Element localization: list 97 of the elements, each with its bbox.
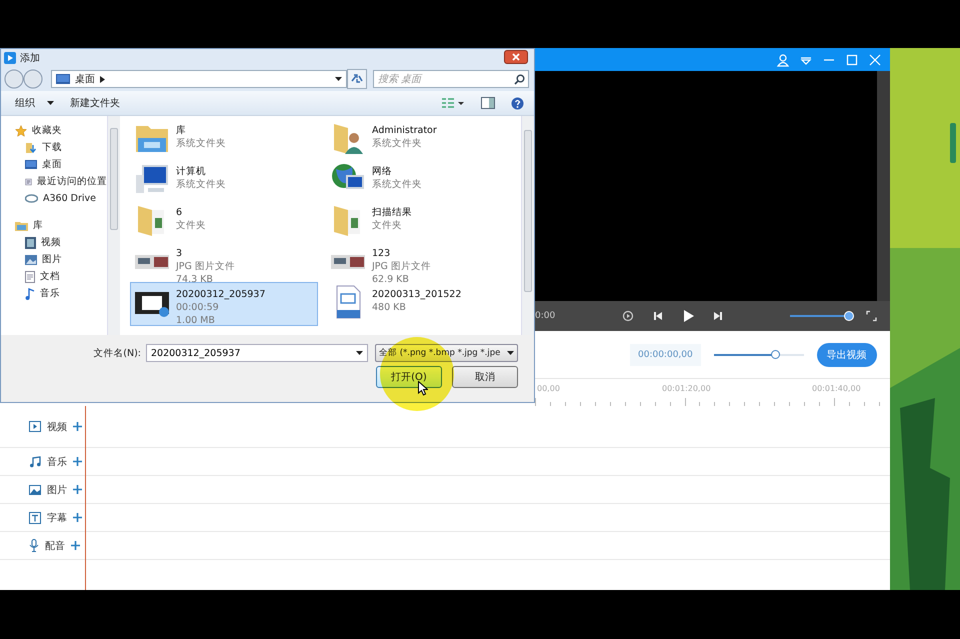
cancel-button[interactable]: 取消 — [452, 366, 518, 388]
file-detail: 系统文件夹 — [372, 137, 423, 150]
add-icon[interactable] — [73, 513, 82, 522]
file-detail: 系统文件夹 — [176, 178, 226, 191]
file-name: 网络 — [372, 165, 393, 178]
track-label: 字幕 — [47, 512, 67, 524]
address-bar[interactable]: 桌面 — [51, 70, 347, 88]
file-item[interactable]: 计算机 系统文件夹 — [130, 159, 318, 200]
file-detail: 文件夹 — [176, 219, 206, 232]
file-item[interactable]: 网络 系统文件夹 — [326, 159, 514, 200]
view-options-icon[interactable] — [441, 97, 465, 109]
playback-time: 0:00 — [535, 311, 556, 321]
file-name: 123 — [372, 247, 392, 260]
nav-item[interactable]: 最近访问的位置 — [15, 173, 107, 190]
filename-field[interactable]: 20200312_205937 — [146, 344, 368, 362]
ruler-label: 00:01:40,00 — [812, 384, 861, 393]
track-label: 图片 — [47, 484, 67, 496]
nav-item[interactable]: 桌面 — [15, 156, 107, 173]
nav-item[interactable]: 图片 — [15, 251, 107, 268]
file-name: Administrator — [372, 124, 437, 137]
file-item[interactable]: 20200312_205937 00:00:59 1.00 MB — [130, 282, 318, 326]
play-icon[interactable] — [681, 309, 695, 323]
nav-group[interactable]: 收藏夹 — [15, 122, 107, 139]
file-name: 6 — [176, 206, 184, 219]
desktop-icon — [25, 160, 37, 170]
search-icon — [514, 74, 525, 85]
music-note-icon — [25, 288, 35, 300]
file-detail: 系统文件夹 — [372, 178, 422, 191]
previous-icon[interactable] — [652, 310, 664, 322]
add-icon[interactable] — [73, 485, 82, 494]
nav-item[interactable]: A360 Drive — [15, 190, 107, 207]
help-icon[interactable] — [511, 96, 524, 110]
filename-label: 文件名(N): — [93, 346, 141, 360]
text-track-icon — [29, 512, 41, 524]
app-icon — [4, 52, 16, 64]
file-name: 库 — [176, 124, 187, 137]
fullscreen-icon[interactable] — [866, 310, 877, 322]
search-field[interactable]: 搜索 桌面 — [373, 70, 529, 88]
nav-group[interactable]: 库 — [15, 217, 107, 234]
maximize-icon[interactable] — [845, 52, 859, 66]
file-name: 计算机 — [176, 165, 207, 178]
file-name: 20200312_205937 — [176, 288, 266, 301]
replay-icon[interactable] — [622, 310, 634, 322]
image-track-icon — [29, 484, 41, 494]
preview-pane-icon[interactable] — [481, 97, 495, 109]
file-detail: 00:00:59 — [176, 301, 220, 314]
music-note-icon — [29, 456, 41, 468]
scrollbar[interactable] — [107, 116, 120, 335]
file-item[interactable]: 库 系统文件夹 — [130, 118, 318, 159]
file-item[interactable]: 6 文件夹 — [130, 200, 318, 241]
track-label: 配音 — [45, 540, 65, 552]
drive-icon — [25, 194, 38, 203]
next-icon[interactable] — [712, 310, 724, 322]
ruler-label: 00:01:20,00 — [662, 384, 711, 393]
nav-item[interactable]: 下载 — [15, 139, 107, 156]
nav-item[interactable]: 文档 — [15, 268, 107, 285]
file-detail: 文件夹 — [372, 219, 403, 232]
close-icon — [512, 53, 520, 61]
file-item[interactable]: Administrator 系统文件夹 — [326, 118, 514, 159]
add-icon[interactable] — [71, 541, 80, 550]
image-library-icon — [25, 254, 37, 264]
file-name: 3 — [176, 247, 184, 260]
file-detail: JPG 图片文件 — [372, 260, 431, 273]
file-detail: 1.00 MB — [176, 314, 216, 327]
video-track-icon — [29, 421, 41, 432]
nav-item[interactable]: 视频 — [15, 234, 107, 251]
document-icon — [25, 270, 35, 282]
file-name: 20200313_201522 — [372, 288, 462, 301]
library-folder-icon — [15, 220, 28, 231]
star-icon — [15, 124, 27, 136]
organize-menu[interactable]: 组织 — [9, 94, 60, 112]
caret-icon — [47, 101, 54, 106]
scrollbar[interactable] — [521, 116, 534, 335]
caret-icon[interactable] — [356, 351, 363, 355]
export-button[interactable]: 导出视频 — [816, 342, 877, 366]
ruler-label: 00,00 — [537, 384, 560, 393]
track-label: 视频 — [47, 420, 67, 434]
file-detail: JPG 图片文件 — [176, 260, 235, 273]
video-library-icon — [25, 236, 36, 248]
file-detail: 480 KB — [372, 301, 407, 314]
file-detail: 系统文件夹 — [176, 137, 226, 150]
track-label: 音乐 — [47, 456, 67, 468]
add-icon[interactable] — [73, 457, 82, 466]
download-folder-icon — [25, 142, 37, 154]
file-item[interactable]: 扫描结果 文件夹 — [326, 200, 514, 241]
microphone-icon — [29, 539, 39, 552]
dialog-title: 添加 — [20, 52, 40, 65]
close-button[interactable] — [504, 50, 528, 64]
back-forward-icon[interactable] — [3, 69, 45, 89]
nav-item[interactable]: 音乐 — [15, 285, 107, 302]
caret-icon — [507, 351, 514, 355]
close-icon[interactable] — [868, 52, 882, 66]
new-folder-button[interactable]: 新建文件夹 — [64, 94, 126, 112]
cursor-icon — [418, 381, 428, 396]
file-name: 扫描结果 — [372, 206, 412, 219]
user-icon[interactable] — [776, 52, 790, 66]
add-icon[interactable] — [73, 422, 82, 431]
